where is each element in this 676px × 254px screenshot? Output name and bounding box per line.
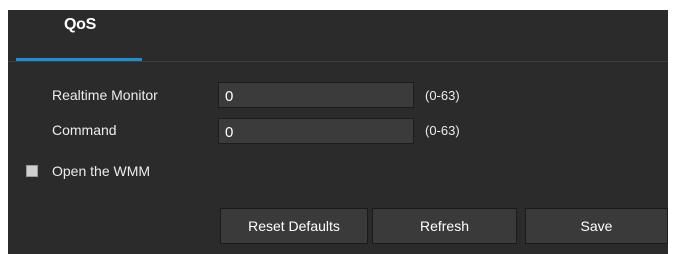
refresh-button[interactable]: Refresh xyxy=(372,208,517,244)
tab-qos[interactable]: QoS xyxy=(8,10,142,62)
open-wmm-checkbox[interactable] xyxy=(26,165,38,177)
command-input[interactable] xyxy=(218,118,414,144)
tab-qos-label: QoS xyxy=(64,16,96,33)
reset-defaults-button[interactable]: Reset Defaults xyxy=(220,208,368,244)
realtime-monitor-range: (0-63) xyxy=(425,88,460,103)
open-wmm-label: Open the WMM xyxy=(52,163,151,179)
command-range: (0-63) xyxy=(425,123,460,138)
qos-settings-panel: QoS Realtime Monitor (0-63) Command (0-6… xyxy=(8,10,668,254)
command-label: Command xyxy=(52,122,117,138)
save-button[interactable]: Save xyxy=(525,208,668,244)
tab-bar: QoS xyxy=(8,10,668,62)
tab-divider xyxy=(8,61,668,62)
realtime-monitor-input[interactable] xyxy=(218,82,414,108)
realtime-monitor-label: Realtime Monitor xyxy=(52,87,158,103)
